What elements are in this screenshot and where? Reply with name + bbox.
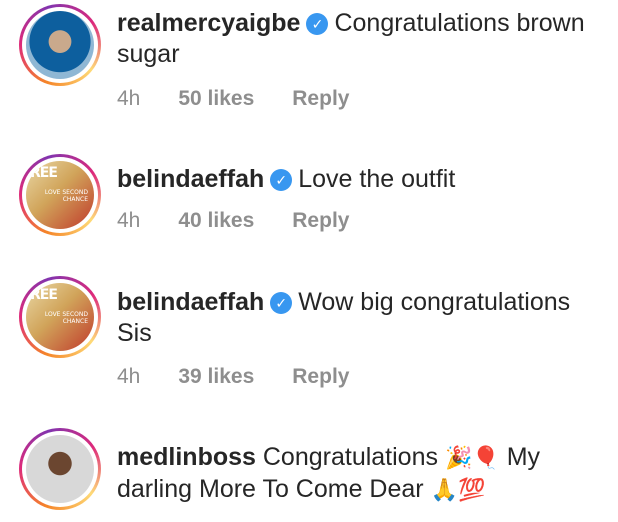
magazine-logo: REE: [30, 287, 58, 303]
avatar-image: [26, 435, 94, 503]
comment-meta: 4h 50 likes Reply: [117, 87, 387, 111]
comment-username[interactable]: medlinboss: [117, 443, 256, 471]
verified-badge-icon: ✓: [270, 292, 293, 314]
party-balloon-emoji-icon: 🎉🎈: [444, 446, 500, 471]
likes-count-button[interactable]: 50 likes: [178, 87, 254, 110]
comment-body: belindaeffah ✓ Wow big congratulations Sis: [117, 287, 597, 349]
comment-body: realmercyaigbe ✓ Congratulations brown sug…: [117, 8, 597, 70]
avatar[interactable]: [19, 4, 101, 86]
comment-meta: 4h 40 likes Reply: [117, 209, 387, 233]
comment-time: 4h: [117, 87, 141, 110]
comment-time: 4h: [117, 365, 141, 388]
comment-username[interactable]: belindaeffah: [117, 165, 264, 193]
comment-text: Love the outfit: [298, 165, 456, 193]
magazine-cover-text: LOVE SECOND CHANCE: [44, 189, 88, 203]
magazine-cover-text: LOVE SECOND CHANCE: [44, 311, 88, 325]
avatar[interactable]: REE LOVE SECOND CHANCE: [19, 154, 101, 236]
comment-username[interactable]: realmercyaigbe: [117, 9, 300, 37]
comment-body: belindaeffah ✓ Love the outfit: [117, 164, 597, 195]
comment-body: medlinboss Congratulations 🎉🎈 My darling…: [117, 442, 587, 506]
reply-button[interactable]: Reply: [292, 87, 349, 110]
comment-username[interactable]: belindaeffah: [117, 288, 264, 316]
avatar-image: REE LOVE SECOND CHANCE: [26, 161, 94, 229]
comment-text: Congratulations: [262, 443, 438, 471]
avatar-image: [26, 11, 94, 79]
likes-count-button[interactable]: 40 likes: [178, 209, 254, 232]
verified-badge-icon: ✓: [306, 13, 329, 35]
comment-time: 4h: [117, 209, 141, 232]
avatar[interactable]: REE LOVE SECOND CHANCE: [19, 276, 101, 358]
avatar[interactable]: [19, 428, 101, 510]
verified-badge-icon: ✓: [270, 169, 293, 191]
likes-count-button[interactable]: 39 likes: [178, 365, 254, 388]
magazine-logo: REE: [30, 165, 58, 181]
avatar-image: REE LOVE SECOND CHANCE: [26, 283, 94, 351]
pray-hundred-emoji-icon: 🙏💯: [430, 478, 486, 503]
reply-button[interactable]: Reply: [292, 209, 349, 232]
reply-button[interactable]: Reply: [292, 365, 349, 388]
comment-meta: 4h 39 likes Reply: [117, 365, 387, 389]
